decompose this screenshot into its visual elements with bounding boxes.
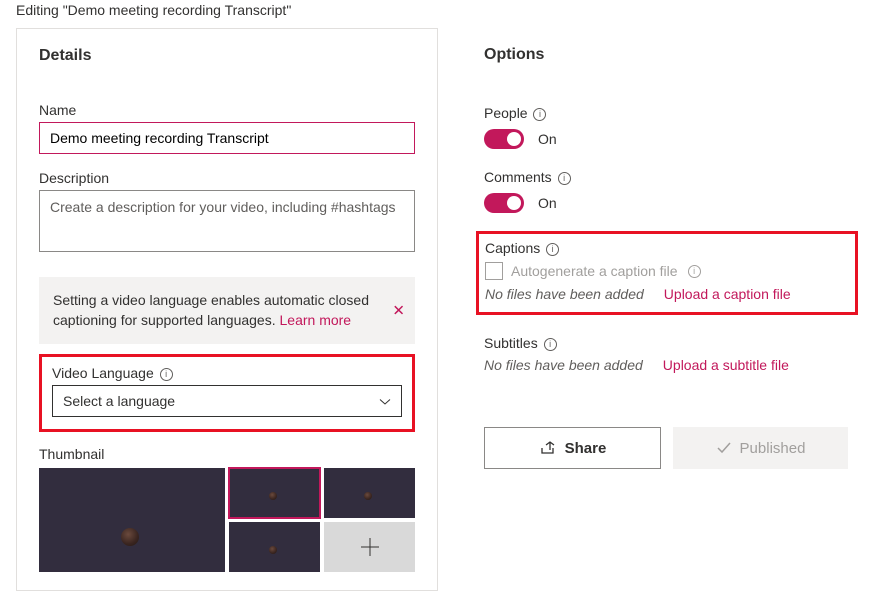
people-toggle[interactable] [484, 129, 524, 149]
learn-more-link[interactable]: Learn more [280, 312, 352, 328]
face-icon [269, 492, 277, 500]
info-icon[interactable]: i [546, 243, 559, 256]
published-button: Published [673, 427, 848, 469]
people-toggle-state: On [538, 131, 557, 147]
options-panel: Options People i On Comments i On [462, 28, 870, 591]
subtitles-no-files: No files have been added [484, 357, 643, 373]
close-icon[interactable]: ✕ [392, 300, 405, 321]
check-icon [716, 440, 732, 456]
subtitles-label: Subtitles i [484, 335, 848, 351]
thumbnail-label: Thumbnail [39, 446, 415, 462]
share-icon [539, 439, 557, 457]
toggle-knob [507, 132, 521, 146]
comments-label: Comments i [484, 169, 848, 185]
options-heading: Options [462, 28, 870, 81]
captions-no-files: No files have been added [485, 286, 644, 302]
autogenerate-checkbox[interactable] [485, 262, 503, 280]
face-icon [269, 546, 277, 554]
thumbnail-add-button[interactable] [324, 522, 415, 572]
autogenerate-label: Autogenerate a caption file [511, 263, 678, 279]
comments-toggle-state: On [538, 195, 557, 211]
thumbnail-option-2[interactable] [324, 468, 415, 518]
upload-subtitle-link[interactable]: Upload a subtitle file [663, 357, 789, 373]
thumbnail-option-1[interactable] [229, 468, 320, 518]
share-button[interactable]: Share [484, 427, 661, 469]
upload-caption-link[interactable]: Upload a caption file [664, 286, 791, 302]
name-label: Name [39, 102, 415, 118]
face-icon [364, 492, 372, 500]
thumbnail-option-3[interactable] [229, 522, 320, 572]
comments-toggle[interactable] [484, 193, 524, 213]
plus-icon [359, 536, 381, 558]
page-editing-title: Editing "Demo meeting recording Transcri… [0, 0, 886, 28]
language-banner: Setting a video language enables automat… [39, 277, 415, 344]
details-panel: Details Name Description Setting a video… [16, 28, 438, 591]
description-label: Description [39, 170, 415, 186]
published-label: Published [740, 440, 806, 457]
info-icon[interactable]: i [544, 338, 557, 351]
name-input[interactable] [39, 122, 415, 154]
face-icon [121, 528, 139, 546]
video-language-value: Select a language [63, 393, 175, 409]
description-textarea[interactable] [39, 190, 415, 252]
info-icon[interactable]: i [160, 368, 173, 381]
video-language-select[interactable]: Select a language [52, 385, 402, 417]
video-language-label: Video Language i [52, 365, 402, 381]
video-language-highlight: Video Language i Select a language [39, 354, 415, 432]
thumbnail-preview [39, 468, 225, 572]
details-heading: Details [17, 29, 437, 82]
share-label: Share [565, 440, 607, 457]
captions-label: Captions i [485, 240, 843, 256]
info-icon[interactable]: i [558, 172, 571, 185]
info-icon[interactable]: i [533, 108, 546, 121]
info-icon[interactable]: i [688, 265, 701, 278]
people-label: People i [484, 105, 848, 121]
chevron-down-icon [379, 395, 391, 407]
captions-highlight: Captions i Autogenerate a caption file i… [476, 231, 858, 315]
toggle-knob [507, 196, 521, 210]
